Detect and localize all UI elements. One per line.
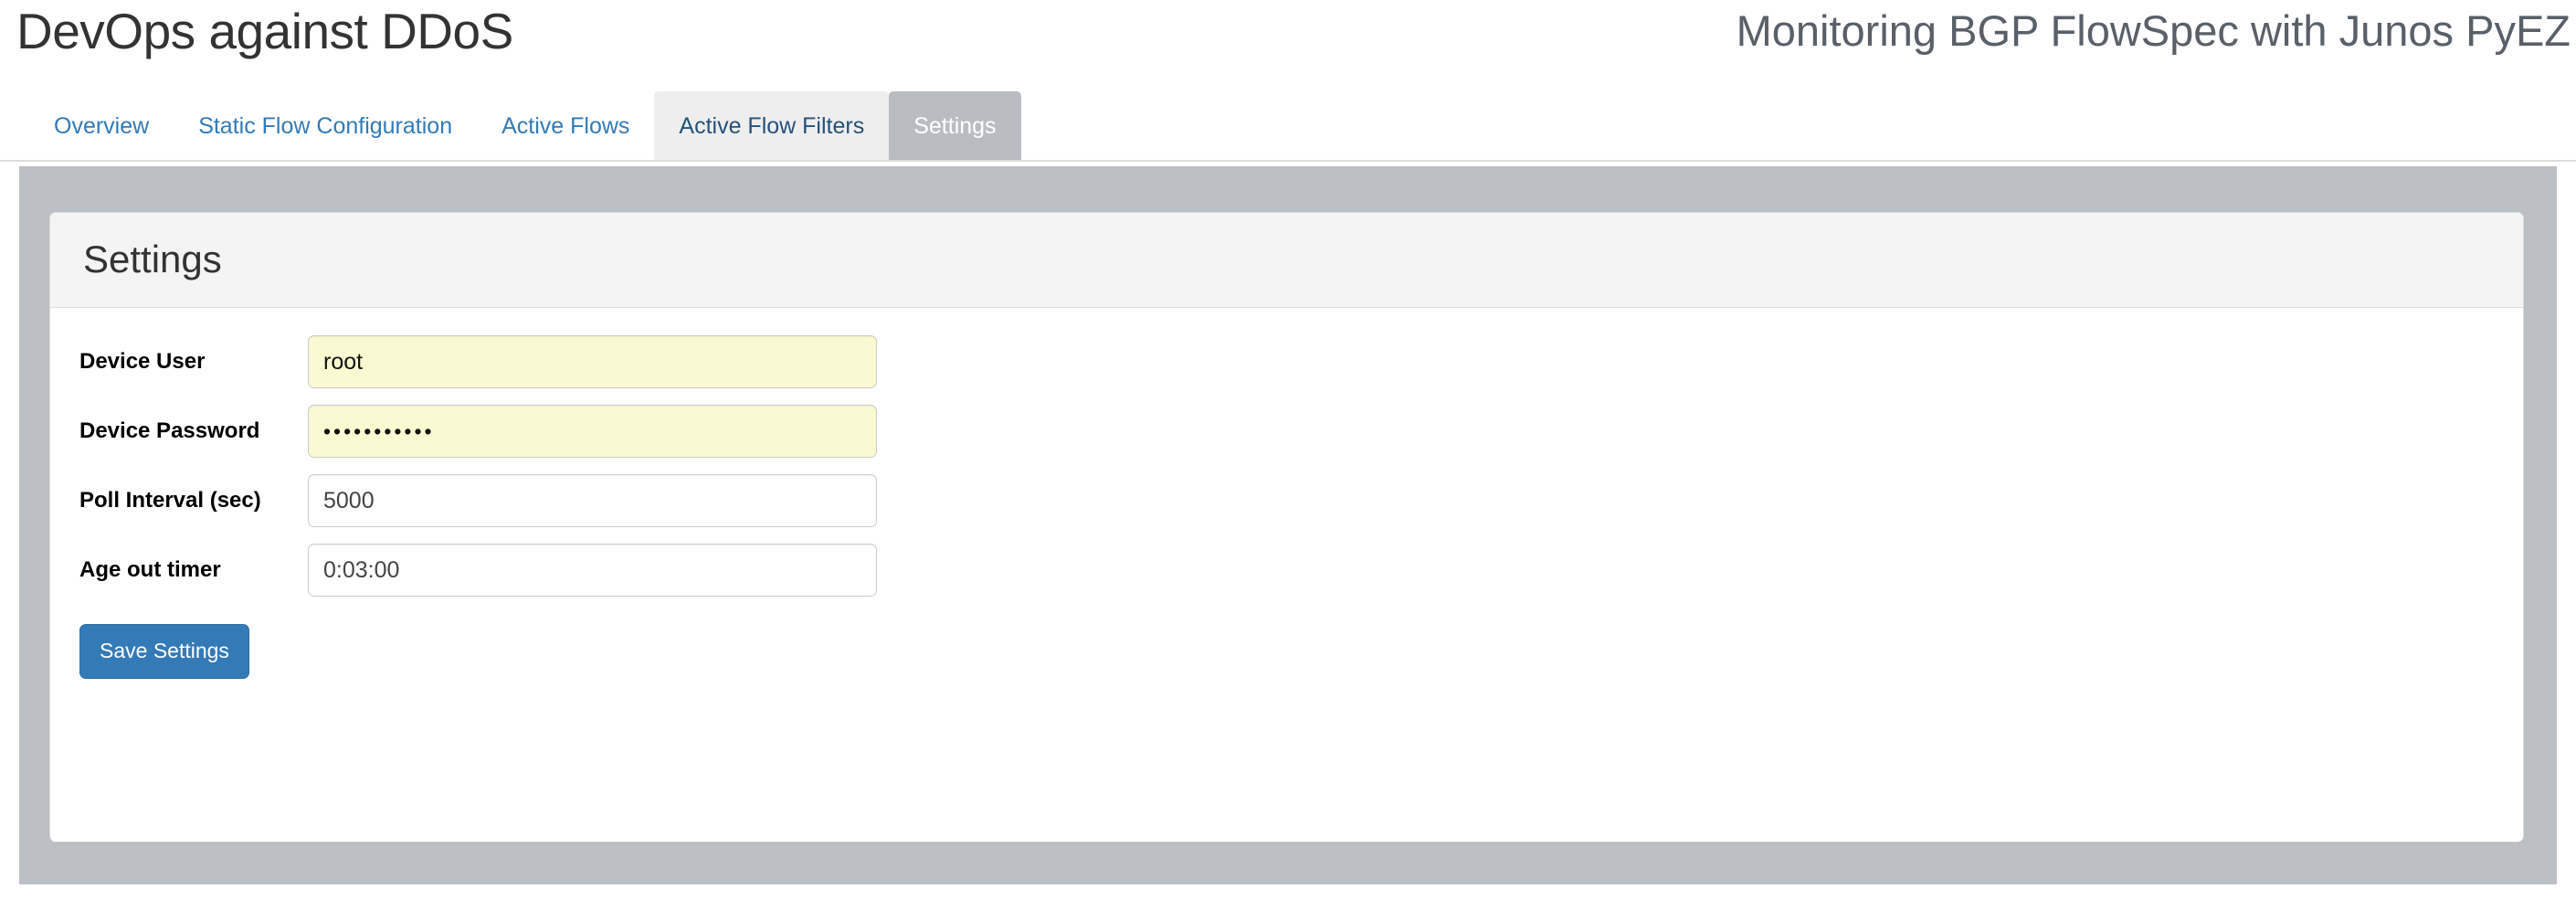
form-row-device-password: Device Password (79, 405, 2490, 459)
page-title: DevOps against DDoS (16, 3, 513, 59)
app-header: DevOps against DDoS Monitoring BGP FlowS… (0, 0, 2576, 91)
content-container: Settings Device User Device Password Pol… (19, 166, 2557, 884)
save-settings-button[interactable]: Save Settings (79, 624, 249, 680)
form-row-age-out-timer: Age out timer (79, 544, 2490, 598)
poll-interval-input[interactable] (308, 474, 877, 528)
page-subtitle: Monitoring BGP FlowSpec with Junos PyEZ (1736, 6, 2571, 55)
tab-overview[interactable]: Overview (29, 91, 174, 160)
settings-form: Device User Device Password Poll Interva… (50, 308, 2523, 710)
device-password-input[interactable] (308, 405, 877, 459)
main-tab-bar: Overview Static Flow Configuration Active … (0, 91, 2576, 162)
settings-panel-header: Settings (50, 213, 2523, 309)
form-row-device-user: Device User (79, 335, 2490, 389)
settings-panel: Settings Device User Device Password Pol… (49, 212, 2524, 842)
form-row-poll-interval: Poll Interval (sec) (79, 474, 2490, 528)
device-user-input[interactable] (308, 335, 877, 389)
settings-panel-title: Settings (83, 238, 222, 280)
tab-active-flows[interactable]: Active Flows (477, 91, 654, 160)
label-device-user: Device User (79, 349, 206, 375)
form-actions: Save Settings (79, 613, 2490, 680)
label-device-password: Device Password (79, 418, 260, 444)
tab-static-flow-configuration[interactable]: Static Flow Configuration (174, 91, 477, 160)
label-poll-interval: Poll Interval (sec) (79, 488, 261, 513)
tab-active-flow-filters[interactable]: Active Flow Filters (654, 91, 890, 160)
label-age-out-timer: Age out timer (79, 557, 221, 583)
tab-settings[interactable]: Settings (889, 91, 1021, 160)
age-out-timer-input[interactable] (308, 544, 877, 598)
